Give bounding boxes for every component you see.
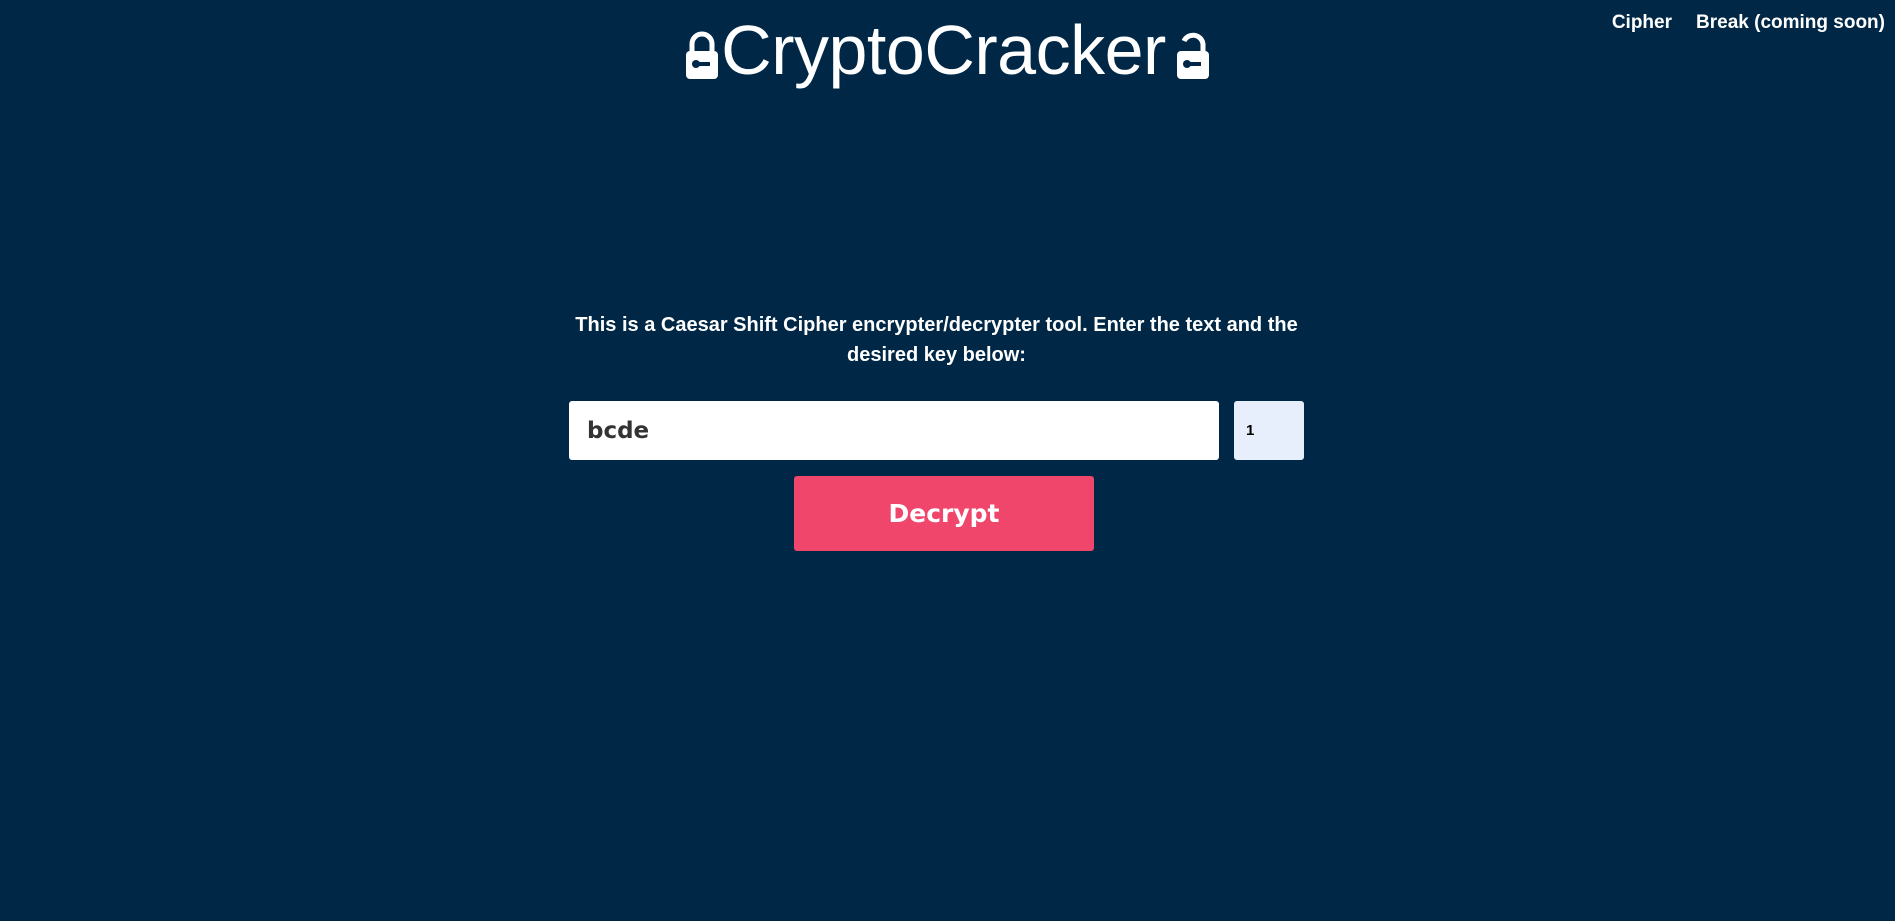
lock-open-icon	[1176, 32, 1209, 79]
cipher-text-input[interactable]	[569, 401, 1219, 460]
brand-header: CryptoCracker	[0, 8, 1895, 92]
lock-closed-icon	[686, 31, 719, 79]
shift-key-input[interactable]	[1234, 401, 1304, 460]
app-title: CryptoCracker	[721, 11, 1166, 89]
decrypt-button[interactable]: Decrypt	[794, 476, 1094, 551]
intro-text: This is a Caesar Shift Cipher encrypter/…	[575, 314, 1298, 366]
